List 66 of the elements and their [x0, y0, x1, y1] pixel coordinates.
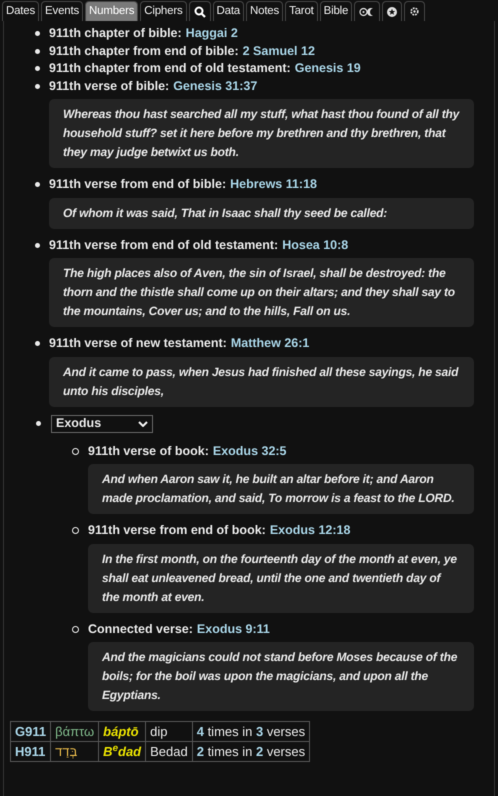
strongs-number: H911 — [10, 742, 51, 762]
verse-link[interactable]: Hebrews 11:18 — [230, 176, 317, 194]
tab[interactable]: Notes — [246, 1, 284, 21]
chevron-down-icon — [138, 420, 148, 426]
tab[interactable] — [382, 1, 402, 21]
bullet-icon — [35, 84, 40, 89]
verse-quote: And it came to pass, when Jesus had finished all these sayings, he said unto his disciples, — [49, 356, 474, 406]
verse-quote: And when Aaron saw it, he built an altar before it; and Aaron made proclamation, and said, To morrow is a feast to the LORD. — [88, 464, 474, 514]
item-label: Connected verse: — [88, 620, 193, 638]
transliteration: báptō — [98, 722, 146, 742]
tab[interactable]: Bible — [320, 1, 352, 21]
bullet-icon — [35, 341, 40, 346]
verse-quote: Whereas thou hast searched all my stuff, what hast thou found of all thy household stuff? set it here before my brethren and thy brethren, that they may judge betwixt us both. — [49, 99, 474, 168]
item-label: 911th verse of book: — [88, 442, 209, 460]
verse-quote: And the magicians could not stand before Moses because of the boils; for the boil was upon the magicians, and upon all the Egyptians. — [88, 642, 474, 711]
tab[interactable]: Dates — [2, 1, 40, 21]
bullet-icon — [72, 448, 79, 455]
tab[interactable]: Tarot — [285, 1, 318, 21]
verse-quote: The high places also of Aven, the sin of Israel, shall be destroyed: the thorn and the thistle shall come up on their altars; and they shall say to the mountains, Cover us; and to the hills, Fall on us. — [49, 258, 474, 327]
verse-link[interactable]: Hosea 10:8 — [282, 236, 348, 254]
verse-link[interactable]: Genesis 31:37 — [173, 78, 258, 95]
sun-moon-icon — [359, 6, 376, 16]
verse-link[interactable]: Exodus 12:18 — [270, 522, 350, 540]
verse-quote: Of whom it was said, That in Isaac shall thy seed be called: — [49, 198, 474, 228]
meaning: dip — [146, 722, 192, 742]
item-label: 911th chapter from end of old testament: — [49, 60, 291, 77]
verse-link[interactable]: Haggai 2 — [186, 25, 238, 42]
tab[interactable]: Numbers — [85, 1, 138, 21]
bullet-icon — [72, 527, 79, 534]
verse-link[interactable]: Exodus 9:11 — [196, 620, 270, 638]
bullet-icon — [36, 421, 41, 426]
bullet-icon — [35, 242, 40, 248]
item-label: 911th verse of new testament: — [49, 335, 227, 352]
bullet-icon — [72, 626, 79, 633]
item-label: 911th chapter of bible: — [49, 25, 182, 42]
transliteration: B$^{e}$dad — [98, 742, 146, 762]
original-word: בְּדַד — [50, 742, 99, 762]
verse-link[interactable]: Genesis 19 — [294, 60, 361, 78]
bullet-icon — [35, 48, 40, 54]
verse-link[interactable]: Matthew 26:1 — [230, 335, 310, 352]
bullet-icon — [35, 31, 40, 36]
item-label: 911th verse of bible: — [49, 78, 170, 94]
strongs-number: G911 — [10, 722, 51, 742]
verse-quote: In the first month, on the fourteenth day of the month at even, ye shall eat unleavened bread, until the one and twentieth day of the month at even. — [88, 544, 474, 612]
verse-link[interactable]: Exodus 32:5 — [212, 442, 287, 460]
tab[interactable]: Ciphers — [140, 1, 187, 21]
star-icon — [387, 6, 398, 16]
item-label: 911th verse from end of book: — [88, 522, 266, 539]
bullet-icon — [35, 182, 40, 188]
tab[interactable]: Data — [212, 1, 244, 21]
item-label: 911th verse from end of bible: — [49, 176, 226, 193]
tab[interactable]: Events — [41, 1, 84, 21]
settings-icon — [409, 6, 420, 17]
usage-count: 4 times in 3 verses — [192, 722, 310, 742]
original-word: βάπτω — [50, 722, 99, 742]
item-label: 911th verse from end of old testament: — [49, 236, 278, 254]
tab[interactable] — [404, 1, 426, 21]
search-icon — [194, 6, 206, 18]
meaning: Bedad — [146, 742, 192, 762]
tab[interactable] — [188, 1, 211, 21]
usage-count: 2 times in 2 verses — [192, 742, 310, 762]
book-select[interactable]: Exodus — [51, 414, 153, 432]
tab[interactable] — [354, 1, 380, 21]
bullet-icon — [35, 66, 40, 72]
verse-link[interactable]: 2 Samuel 12 — [242, 42, 315, 60]
item-label: 911th chapter from end of bible: — [49, 42, 239, 60]
